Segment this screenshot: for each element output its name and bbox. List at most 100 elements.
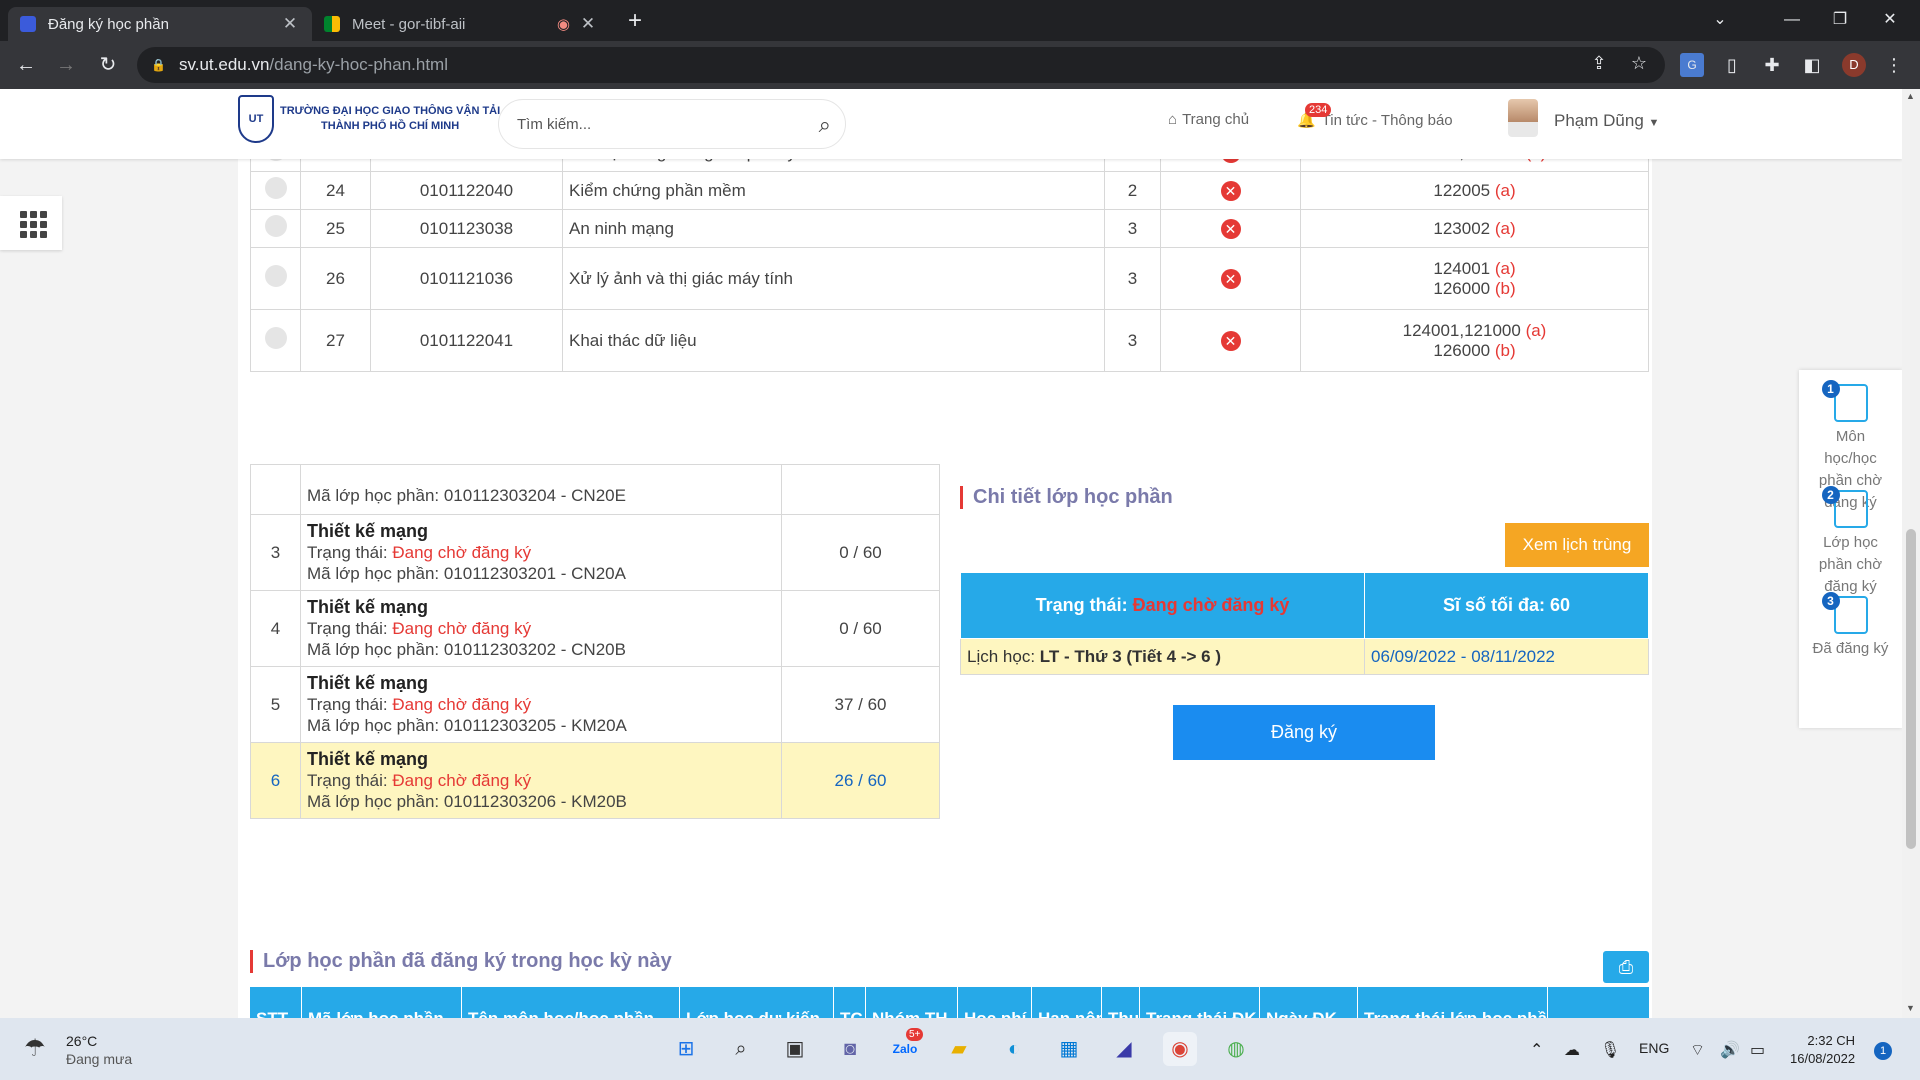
class-count: 37 / 60 [781, 666, 940, 743]
course-row[interactable]: 27 0101122041 Khai thác dữ liệu 3 ✕ 1240… [250, 309, 1649, 372]
course-code: 0101122040 [370, 171, 563, 210]
course-code: 0101121036 [370, 247, 563, 310]
user-avatar[interactable] [1508, 99, 1538, 137]
course-radio[interactable] [264, 265, 287, 287]
step-number: 3 [1821, 592, 1840, 610]
bookmark-star-icon[interactable]: ☆ [1627, 53, 1651, 74]
class-code: Mã lớp học phần: 010112303205 - KM20A [307, 716, 627, 735]
translate-extension-icon[interactable]: G [1680, 53, 1704, 77]
search-icon[interactable]: ⌕ [819, 112, 831, 138]
university-logo[interactable]: UT TRƯỜNG ĐẠI HỌC GIAO THÔNG VẬN TẢI THÀN… [238, 95, 500, 143]
class-row[interactable]: 5 Thiết kế mạng Trạng thái: Đang chờ đăn… [250, 666, 940, 743]
lock-icon: 🔒 [151, 58, 166, 72]
chrome-icon[interactable]: ◉ [1163, 1032, 1197, 1066]
close-tab-icon[interactable]: ✕ [280, 14, 300, 34]
menu-kebab-icon[interactable]: ⋮ [1882, 53, 1906, 77]
onedrive-icon[interactable]: ☁ [1564, 1040, 1580, 1060]
minimize-button[interactable]: — [1768, 0, 1816, 40]
recording-icon: ◉ [556, 16, 570, 33]
app-icon[interactable]: ◢ [1107, 1032, 1141, 1066]
class-row[interactable]: 4 Thiết kế mạng Trạng thái: Đang chờ đăn… [250, 590, 940, 667]
scroll-down-icon[interactable]: ▼ [1906, 1003, 1915, 1013]
volume-icon[interactable]: 🔊 [1720, 1040, 1740, 1060]
view-conflict-button[interactable]: Xem lịch trùng [1505, 523, 1649, 567]
profile-avatar[interactable]: D [1842, 53, 1866, 77]
share-icon[interactable]: ⇪ [1587, 53, 1611, 74]
tab-title: Meet - gor-tibf-aii [352, 15, 466, 33]
time: 2:32 CH [1807, 1033, 1856, 1048]
search-taskbar-icon[interactable]: ⌕ [724, 1032, 758, 1066]
user-name: Phạm Dũng [1554, 111, 1644, 130]
course-row[interactable]: 25 0101123038 An ninh mạng 3 ✕ 123002 (a… [250, 209, 1649, 248]
class-code: Mã lớp học phần: 010112303201 - CN20A [307, 564, 626, 583]
user-menu[interactable]: Phạm Dũng ▼ [1554, 111, 1659, 131]
battery-icon[interactable]: ▭ [1750, 1040, 1765, 1060]
class-count: 0 / 60 [781, 590, 940, 667]
class-count: 26 / 60 [781, 742, 940, 819]
start-windows-icon[interactable]: ⊞ [669, 1032, 703, 1066]
back-icon[interactable]: ← [10, 49, 42, 81]
reload-icon[interactable]: ↻ [92, 49, 124, 81]
store-icon[interactable]: ▦ [1052, 1032, 1086, 1066]
weather-icon[interactable]: ☂ [24, 1034, 46, 1063]
status-label: Trạng thái: [1035, 595, 1128, 615]
page-scrollbar[interactable]: ▲ ▼ [1902, 89, 1920, 1018]
step-number: 1 [1821, 380, 1840, 398]
registered-col-header: Hạn nộp [1032, 987, 1102, 1018]
course-radio[interactable] [264, 327, 287, 349]
step-item-3[interactable]: 3 Đã đăng ký [1799, 592, 1902, 660]
max-capacity-cell: Sĩ số tối đa: 60 [1364, 572, 1649, 639]
close-window-button[interactable]: ✕ [1866, 0, 1914, 40]
class-status: Đang chờ đăng ký [392, 695, 532, 714]
phone-extension-icon[interactable]: ▯ [1720, 53, 1744, 77]
class-detail-table: Trạng thái: Đang chờ đăng ký Sĩ số tối đ… [960, 572, 1649, 675]
new-tab-button[interactable]: + [618, 6, 652, 36]
edge-icon[interactable]: ◐ [997, 1032, 1031, 1066]
address-bar[interactable]: 🔒 sv.ut.edu.vn/dang-ky-hoc-phan.html ⇪ ☆ [137, 47, 1665, 83]
course-name: Xử lý ảnh và thị giác máy tính [562, 247, 1105, 310]
app-green-icon[interactable]: ◍ [1219, 1032, 1253, 1066]
extensions-puzzle-icon[interactable]: ✚ [1760, 53, 1784, 77]
close-tab-icon[interactable]: ✕ [578, 14, 598, 34]
search-input[interactable]: Tìm kiếm... ⌕ [498, 99, 846, 149]
course-radio[interactable] [264, 215, 287, 237]
not-eligible-icon: ✕ [1220, 180, 1241, 201]
clock[interactable]: 2:32 CH 16/08/2022 [1790, 1032, 1855, 1068]
course-radio[interactable] [264, 177, 287, 199]
course-row[interactable]: 24 0101122040 Kiểm chứng phần mềm 2 ✕ 12… [250, 171, 1649, 210]
scroll-up-icon[interactable]: ▲ [1906, 91, 1915, 101]
weather-widget[interactable]: 26°C Đang mưa [66, 1032, 132, 1068]
forward-icon[interactable]: → [50, 49, 82, 81]
file-explorer-icon[interactable]: ▰ [942, 1032, 976, 1066]
main-content: 23 0101121035 XD Hệ thống thông tin quản… [238, 89, 1652, 1018]
notification-count[interactable]: 1 [1874, 1042, 1892, 1060]
course-prereq: 124001,121000 (a) 126000 (b) [1300, 309, 1649, 372]
not-eligible-icon: ✕ [1220, 268, 1241, 289]
maximize-button[interactable]: ❐ [1816, 0, 1864, 40]
home-icon: ⌂ [1168, 111, 1178, 128]
side-panel-icon[interactable]: ◧ [1800, 53, 1824, 77]
weather-status: Đang mưa [66, 1051, 133, 1067]
nav-home[interactable]: ⌂ Trang chủ [1168, 111, 1249, 128]
microphone-icon[interactable]: 🎙 [1600, 1040, 1620, 1060]
tab-dang-ky[interactable]: Đăng ký học phần ✕ [8, 7, 312, 41]
schedule-label: Lịch học: [967, 646, 1036, 666]
language-indicator[interactable]: ENG [1639, 1040, 1669, 1056]
apps-grid-button[interactable] [0, 196, 62, 250]
scrollbar-thumb[interactable] [1906, 529, 1916, 849]
register-button[interactable]: Đăng ký [1173, 705, 1435, 760]
class-row[interactable]: 3 Thiết kế mạng Trạng thái: Đang chờ đăn… [250, 514, 940, 591]
teams-chat-icon[interactable]: ◙ [833, 1032, 867, 1066]
course-stt: 26 [300, 247, 371, 310]
task-view-icon[interactable]: ▣ [778, 1032, 812, 1066]
course-prereq: 123002 (a) [1300, 209, 1649, 248]
print-icon[interactable]: ⎙ [1603, 951, 1649, 983]
step-item-2[interactable]: 2 Lớp học phần chờ đăng ký [1799, 486, 1902, 598]
tray-chevron-icon[interactable]: ⌃ [1530, 1040, 1543, 1060]
class-row[interactable]: 6 Thiết kế mạng Trạng thái: Đang chờ đăn… [250, 742, 940, 819]
class-row-partial[interactable]: Mã lớp học phần: 010112303204 - CN20E [250, 464, 940, 515]
course-row[interactable]: 26 0101121036 Xử lý ảnh và thị giác máy … [250, 247, 1649, 310]
wifi-icon[interactable]: ⌔ [1690, 1040, 1705, 1060]
tab-meet[interactable]: Meet - gor-tibf-aii ◉ ✕ [312, 7, 610, 41]
tab-search-icon[interactable]: ⌄ [1696, 0, 1744, 40]
